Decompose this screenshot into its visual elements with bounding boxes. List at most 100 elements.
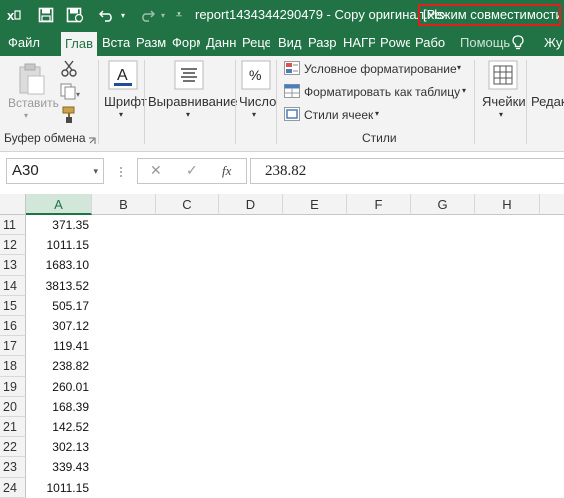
format-painter-icon[interactable] — [60, 106, 80, 124]
save-as-icon[interactable] — [64, 4, 86, 26]
cell-a[interactable]: 505.17 — [26, 296, 92, 316]
tab-insert[interactable]: Встав — [102, 30, 130, 56]
paste-dropdown-icon[interactable]: ▾ — [24, 111, 28, 120]
row-header[interactable]: 15 — [0, 295, 26, 316]
redo-icon[interactable] — [136, 4, 158, 26]
cell-a[interactable]: 119.41 — [26, 336, 92, 356]
format-as-table-icon[interactable] — [284, 84, 300, 98]
insert-function-icon[interactable]: fx — [222, 163, 231, 179]
paste-icon[interactable] — [14, 62, 48, 96]
column-header-g[interactable]: G — [411, 194, 475, 215]
cells-dropdown-icon[interactable]: ▾ — [499, 110, 503, 119]
formula-input[interactable]: 238.82 — [250, 158, 564, 184]
lightbulb-icon[interactable] — [510, 30, 526, 56]
cell-a[interactable]: 3813.52 — [26, 276, 92, 296]
format-as-table-dropdown-icon[interactable]: ▾ — [462, 86, 466, 95]
select-all-corner[interactable] — [0, 194, 26, 215]
cells-icon[interactable] — [488, 60, 518, 90]
cell-a[interactable]: 339.43 — [26, 457, 92, 477]
cell-styles-dropdown-icon[interactable]: ▾ — [375, 109, 379, 118]
row-header[interactable]: 11 — [0, 215, 26, 236]
customize-qat-icon[interactable]: ⩡ — [172, 4, 186, 26]
tab-power-pivot[interactable]: Powe — [380, 30, 410, 56]
tab-load-test[interactable]: НАГР — [343, 30, 375, 56]
name-box[interactable]: A30 ▾ — [6, 158, 104, 184]
row-header[interactable]: 16 — [0, 316, 26, 337]
number-dropdown-icon[interactable]: ▾ — [252, 110, 256, 119]
alignment-button[interactable]: Выравнивание — [148, 94, 237, 109]
save-icon[interactable] — [36, 4, 56, 26]
tab-journal[interactable]: Жу — [544, 30, 564, 56]
cell-styles-icon[interactable] — [284, 107, 300, 121]
row-header[interactable]: 12 — [0, 235, 26, 256]
undo-dropdown-icon[interactable]: ▾ — [118, 4, 128, 26]
cells-button[interactable]: Ячейки — [482, 94, 526, 109]
row-header[interactable]: 22 — [0, 437, 26, 458]
redo-dropdown-icon[interactable]: ▾ — [158, 4, 168, 26]
conditional-formatting-button[interactable]: Условное форматирование — [304, 62, 457, 76]
cell-a[interactable]: 1683.10 — [26, 255, 92, 275]
row-header[interactable]: 20 — [0, 396, 26, 417]
conditional-formatting-icon[interactable] — [284, 61, 300, 75]
tab-work[interactable]: Рабо — [415, 30, 445, 56]
row-header[interactable]: 14 — [0, 275, 26, 296]
row-header[interactable]: 24 — [0, 477, 26, 498]
cell-a[interactable]: 260.01 — [26, 377, 92, 397]
cell-a[interactable]: 371.35 — [26, 215, 92, 235]
table-row: 16 307.12 — [0, 316, 564, 337]
tab-developer[interactable]: Разра — [308, 30, 336, 56]
column-header-h[interactable]: H — [475, 194, 540, 215]
cell-a[interactable]: 302.13 — [26, 437, 92, 457]
copy-icon[interactable]: ▾ — [60, 83, 82, 101]
font-button[interactable]: Шрифт — [104, 94, 147, 109]
cell-a[interactable]: 168.39 — [26, 397, 92, 417]
clipboard-launcher-icon[interactable] — [88, 134, 96, 144]
editing-button[interactable]: Редакт — [531, 94, 564, 109]
font-dropdown-icon[interactable]: ▾ — [119, 110, 123, 119]
cancel-icon[interactable]: ✕ — [150, 162, 162, 179]
row-header[interactable]: 21 — [0, 417, 26, 438]
tab-review[interactable]: Реце — [242, 30, 270, 56]
ribbon-tabs: Файл Глав Встав Разм Форм Данн Реце Вид … — [0, 30, 564, 56]
alignment-icon[interactable] — [174, 60, 204, 90]
column-header-f[interactable]: F — [347, 194, 411, 215]
tab-page-layout[interactable]: Разм — [136, 30, 166, 56]
tab-help[interactable]: Помощь — [460, 30, 510, 56]
alignment-dropdown-icon[interactable]: ▾ — [186, 110, 190, 119]
tab-data[interactable]: Данн — [206, 30, 236, 56]
column-header-b[interactable]: B — [92, 194, 156, 215]
row-header[interactable]: 18 — [0, 356, 26, 377]
conditional-formatting-dropdown-icon[interactable]: ▾ — [457, 63, 461, 72]
cell-a[interactable]: 307.12 — [26, 316, 92, 336]
cell-a[interactable]: 1011.15 — [26, 478, 92, 498]
undo-icon[interactable] — [96, 4, 118, 26]
row-header[interactable]: 13 — [0, 255, 26, 276]
cell-a[interactable]: 142.52 — [26, 417, 92, 437]
row-header[interactable]: 23 — [0, 457, 26, 478]
paste-button[interactable]: Вставить — [8, 96, 59, 110]
format-as-table-button[interactable]: Форматировать как таблицу — [304, 85, 460, 99]
name-box-dropdown-icon[interactable]: ▾ — [93, 159, 98, 183]
svg-text:x: x — [7, 8, 15, 22]
row-header[interactable]: 19 — [0, 376, 26, 397]
number-icon[interactable]: % — [241, 60, 271, 90]
cell-a[interactable]: 1011.15 — [26, 235, 92, 255]
column-header-a[interactable]: A — [26, 194, 92, 215]
cut-icon[interactable] — [60, 60, 80, 80]
tab-file[interactable]: Файл — [8, 30, 40, 56]
tab-home[interactable]: Глав — [61, 32, 98, 56]
column-header-c[interactable]: C — [156, 194, 219, 215]
tab-formulas[interactable]: Форм — [172, 30, 200, 56]
tab-view[interactable]: Вид — [278, 30, 302, 56]
number-button[interactable]: Число — [239, 94, 276, 109]
font-icon[interactable]: A — [108, 60, 138, 90]
column-header-d[interactable]: D — [219, 194, 283, 215]
cell-a[interactable]: 238.82 — [26, 356, 92, 376]
column-header-e[interactable]: E — [283, 194, 347, 215]
cell-styles-button[interactable]: Стили ячеек — [304, 108, 373, 122]
table-row: 13 1683.10 — [0, 255, 564, 276]
column-header-partial[interactable] — [540, 194, 564, 215]
row-header[interactable]: 17 — [0, 336, 26, 357]
formula-bar-grip-icon[interactable] — [118, 166, 124, 178]
confirm-icon[interactable]: ✓ — [186, 162, 198, 179]
